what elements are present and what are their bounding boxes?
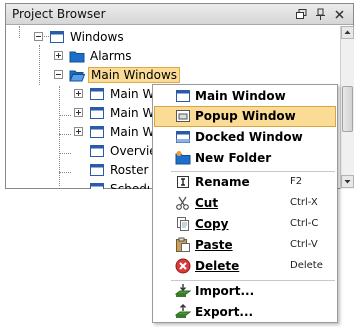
restore-icon[interactable] [295, 8, 308, 21]
menu-item-new-folder[interactable]: New Folder [154, 148, 336, 169]
menu-item-shortcut: Ctrl-V [290, 239, 318, 250]
delete-icon [175, 258, 191, 274]
menu-item-import[interactable]: Import... [154, 281, 336, 302]
tree-node-label: Alarms [90, 48, 132, 63]
scrollbar-thumb[interactable] [342, 86, 353, 132]
export-icon [174, 304, 192, 320]
tree-node-alarms[interactable]: Alarms [69, 46, 134, 65]
menu-item-rename[interactable]: Rename F2 [154, 172, 336, 193]
expand-node-toggle[interactable] [74, 127, 83, 136]
main-window-icon [175, 88, 191, 104]
folder-icon [69, 48, 85, 64]
window-icon [89, 105, 105, 121]
menu-item-label: Paste [195, 238, 233, 252]
tree-node-window[interactable]: Main Wi [89, 122, 159, 141]
close-icon[interactable] [333, 8, 346, 21]
tree-node-window[interactable]: Main Wi [89, 103, 159, 122]
menu-item-main-window[interactable]: Main Window [154, 86, 336, 107]
tree-node-label: Main Windows [88, 66, 181, 83]
menu-item-shortcut: Delete [290, 260, 323, 271]
scissors-icon [175, 195, 191, 211]
windows-folder-icon [49, 29, 65, 45]
docked-window-icon [175, 129, 191, 145]
menu-item-export[interactable]: Export... [154, 302, 336, 323]
menu-item-shortcut: F2 [290, 176, 303, 187]
expand-alarms-toggle[interactable] [54, 51, 63, 60]
popup-window-icon [175, 108, 191, 124]
menu-item-delete[interactable]: Delete Delete [154, 256, 336, 277]
pin-icon[interactable] [314, 8, 327, 21]
paste-icon [175, 237, 191, 253]
window-icon [89, 181, 105, 189]
menu-item-label: Rename [195, 175, 250, 189]
new-folder-icon [175, 150, 191, 166]
menu-item-copy[interactable]: Copy Ctrl-C [154, 214, 336, 235]
import-icon [174, 283, 192, 299]
menu-item-label: New Folder [195, 151, 272, 165]
collapse-windows-toggle[interactable] [34, 32, 43, 41]
copy-icon [175, 216, 191, 232]
menu-item-shortcut: Ctrl-C [290, 218, 319, 229]
scroll-down-button[interactable] [341, 175, 354, 188]
menu-item-label: Popup Window [195, 109, 296, 123]
tree-node-window[interactable]: Schedul [89, 179, 160, 189]
window-icon [89, 124, 105, 140]
open-folder-icon [69, 67, 86, 83]
menu-item-label: Docked Window [195, 130, 303, 144]
expand-node-toggle[interactable] [74, 108, 83, 117]
tree-node-label: Windows [70, 29, 124, 44]
collapse-main-windows-toggle[interactable] [54, 70, 63, 79]
menu-item-popup-window[interactable]: Popup Window [154, 106, 336, 127]
tree-node-window[interactable]: Overvie [89, 141, 159, 160]
window-icon [89, 162, 105, 178]
tree-node-windows[interactable]: Windows [49, 27, 126, 46]
menu-item-label: Export... [195, 305, 254, 319]
context-menu: Main Window Popup Window Docked Window N… [152, 84, 338, 323]
menu-item-label: Import... [195, 284, 255, 298]
menu-item-label: Copy [195, 217, 229, 231]
menu-item-label: Cut [195, 196, 219, 210]
panel-title: Project Browser [12, 7, 106, 21]
scroll-up-button[interactable] [341, 26, 354, 39]
window-icon [89, 143, 105, 159]
menu-item-shortcut: Ctrl-X [290, 197, 318, 208]
expand-node-toggle[interactable] [74, 89, 83, 98]
rename-icon [175, 174, 191, 190]
menu-item-docked-window[interactable]: Docked Window [154, 127, 336, 148]
panel-titlebar[interactable]: Project Browser [6, 4, 353, 25]
vertical-scrollbar[interactable] [340, 26, 354, 189]
menu-item-paste[interactable]: Paste Ctrl-V [154, 235, 336, 256]
window-icon [89, 86, 105, 102]
menu-item-label: Main Window [195, 89, 286, 103]
tree-node-main-windows[interactable]: Main Windows [69, 65, 181, 84]
menu-item-label: Delete [195, 259, 240, 273]
menu-item-cut[interactable]: Cut Ctrl-X [154, 193, 336, 214]
